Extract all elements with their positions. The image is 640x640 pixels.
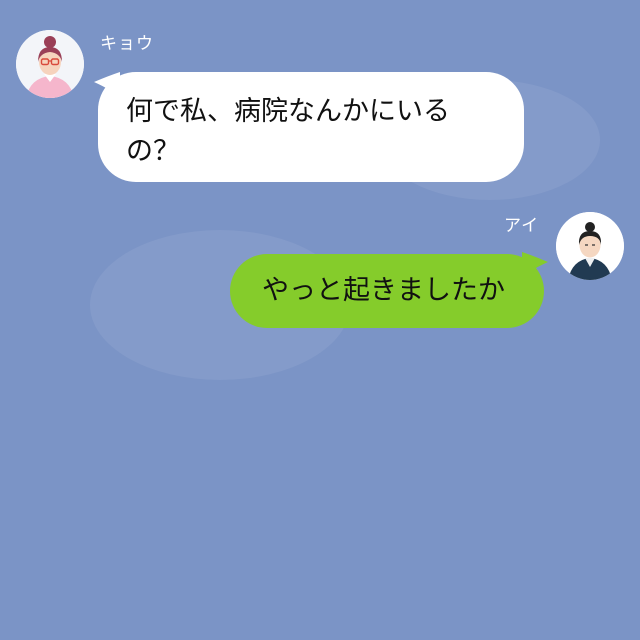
message-bubble-outgoing[interactable]: やっと起きましたか	[230, 254, 544, 328]
woman-dark-hair-avatar-icon	[556, 212, 624, 280]
sender-avatar-kyou[interactable]	[16, 30, 84, 98]
woman-glasses-avatar-icon	[16, 30, 84, 98]
sender-name: キョウ	[100, 34, 154, 54]
sender-avatar-ai[interactable]	[556, 212, 624, 280]
chat-screen: キョウ 何で私、病院なんかにいるの？ アイ やっと起きましたか	[0, 0, 640, 640]
sender-name: アイ	[504, 216, 540, 236]
message-bubble-incoming[interactable]: 何で私、病院なんかにいるの？	[98, 72, 524, 182]
